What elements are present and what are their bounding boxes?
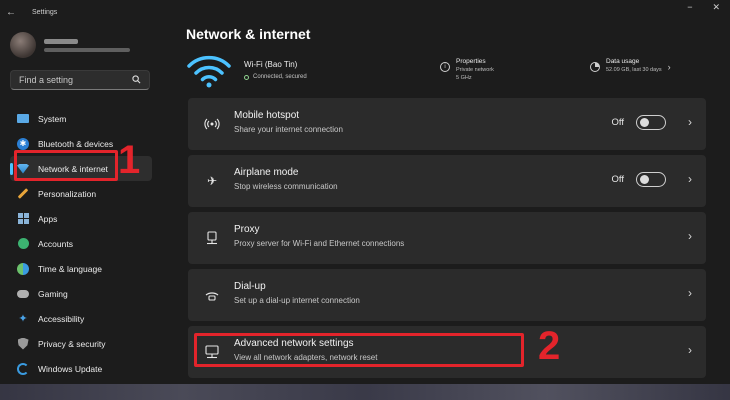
- profile-email-blur: [44, 47, 130, 52]
- card-dial-up[interactable]: Dial-up Set up a dial-up internet connec…: [188, 269, 706, 321]
- sidebar-item-label: Windows Update: [38, 363, 103, 374]
- data-usage-title: Data usage: [606, 58, 640, 65]
- system-icon: [16, 112, 30, 126]
- card-title: Dial-up: [234, 281, 266, 292]
- close-icon[interactable]: ✕: [712, 2, 720, 13]
- dialup-icon: [202, 285, 222, 305]
- globe-icon: [16, 262, 30, 276]
- sidebar-item-privacy[interactable]: Privacy & security: [10, 331, 152, 356]
- wifi-status-text: Connected, secured: [253, 74, 307, 80]
- profile-name-blur: [44, 38, 78, 44]
- annotation-number-1: 1: [118, 138, 141, 182]
- chevron-right-icon[interactable]: ›: [688, 229, 692, 243]
- card-mobile-hotspot[interactable]: Mobile hotspot Share your internet conne…: [188, 98, 706, 150]
- toggle-state-label: Off: [611, 117, 625, 128]
- page-title: Network & internet: [186, 26, 311, 42]
- sidebar-item-accounts[interactable]: Accounts: [10, 231, 152, 256]
- search-icon: [132, 74, 141, 86]
- sidebar-item-label: Privacy & security: [38, 338, 106, 349]
- card-subtitle: Set up a dial-up internet connection: [234, 296, 360, 305]
- avatar: [10, 32, 36, 58]
- sidebar: Find a setting System ✱ Bluetooth & devi…: [0, 24, 168, 400]
- search-input[interactable]: Find a setting: [10, 70, 150, 90]
- card-subtitle: Share your internet connection: [234, 125, 343, 134]
- hotspot-icon: [202, 114, 222, 134]
- data-usage-value: 52.09 GB, last 30 days: [606, 67, 662, 73]
- airplane-icon: ✈: [206, 174, 218, 188]
- back-arrow-icon[interactable]: ←: [6, 7, 26, 18]
- controller-icon: [16, 287, 30, 301]
- taskbar-blurred: [0, 384, 730, 400]
- info-icon: i: [440, 62, 450, 72]
- sidebar-item-accessibility[interactable]: ✦ Accessibility: [10, 306, 152, 331]
- user-profile[interactable]: [10, 32, 130, 58]
- search-placeholder: Find a setting: [19, 75, 74, 85]
- sidebar-item-personalization[interactable]: Personalization: [10, 181, 152, 206]
- annotation-box-1: [14, 150, 118, 181]
- properties-link[interactable]: i Properties Private network 5 GHz: [440, 58, 494, 81]
- sidebar-item-label: Apps: [38, 213, 58, 224]
- sidebar-item-system[interactable]: System: [10, 106, 152, 131]
- sidebar-item-label: Accounts: [38, 238, 73, 249]
- title-bar: ← Settings − ✕: [0, 0, 730, 24]
- chevron-right-icon[interactable]: ›: [688, 115, 692, 129]
- properties-title: Properties: [456, 58, 486, 65]
- proxy-icon: [202, 228, 222, 248]
- sidebar-item-label: System: [38, 113, 67, 124]
- chevron-right-icon[interactable]: ›: [688, 172, 692, 186]
- card-title: Mobile hotspot: [234, 110, 300, 121]
- wifi-icon: [187, 55, 231, 88]
- update-icon: [16, 362, 30, 376]
- sidebar-item-label: Time & language: [38, 263, 102, 274]
- toggle-state-label: Off: [611, 174, 625, 185]
- sidebar-item-label: Accessibility: [38, 313, 85, 324]
- apps-icon: [16, 212, 30, 226]
- airplane-mode-toggle[interactable]: [636, 172, 666, 187]
- sidebar-item-label: Bluetooth & devices: [38, 138, 114, 149]
- data-usage-icon: [590, 62, 600, 72]
- annotation-number-2: 2: [538, 324, 561, 368]
- data-usage-link[interactable]: Data usage 52.09 GB, last 30 days ›: [590, 58, 671, 73]
- card-title: Airplane mode: [234, 167, 299, 178]
- selection-indicator: [10, 163, 13, 175]
- minimize-icon[interactable]: −: [687, 2, 692, 13]
- sidebar-item-apps[interactable]: Apps: [10, 206, 152, 231]
- properties-line1: Private network: [456, 67, 494, 73]
- card-title: Proxy: [234, 224, 260, 235]
- sidebar-item-time-language[interactable]: Time & language: [10, 256, 152, 281]
- window-title: Settings: [32, 8, 58, 16]
- accessibility-icon: ✦: [18, 313, 28, 325]
- window-controls: − ✕: [687, 2, 720, 13]
- wifi-status: Connected, secured: [244, 74, 307, 80]
- profile-text-blurred: [44, 38, 130, 52]
- mobile-hotspot-toggle[interactable]: [636, 115, 666, 130]
- card-proxy[interactable]: Proxy Proxy server for Wi-Fi and Etherne…: [188, 212, 706, 264]
- card-subtitle: Proxy server for Wi-Fi and Ethernet conn…: [234, 239, 405, 248]
- account-icon: [16, 237, 30, 251]
- properties-line2: 5 GHz: [456, 75, 472, 81]
- chevron-right-icon[interactable]: ›: [688, 343, 692, 357]
- chevron-right-icon: ›: [667, 62, 671, 72]
- sidebar-item-windows-update[interactable]: Windows Update: [10, 356, 152, 381]
- connected-icon: [244, 74, 249, 80]
- sidebar-item-label: Personalization: [38, 188, 97, 199]
- bluetooth-icon: ✱: [16, 137, 30, 151]
- chevron-right-icon[interactable]: ›: [688, 286, 692, 300]
- annotation-box-2: [194, 333, 524, 367]
- card-subtitle: Stop wireless communication: [234, 182, 338, 191]
- card-airplane-mode[interactable]: ✈ Airplane mode Stop wireless communicat…: [188, 155, 706, 207]
- wifi-name: Wi-Fi (Bao Tin): [244, 60, 298, 69]
- pen-icon: [16, 187, 30, 201]
- shield-icon: [16, 337, 30, 351]
- sidebar-item-gaming[interactable]: Gaming: [10, 281, 152, 306]
- sidebar-item-label: Gaming: [38, 288, 68, 299]
